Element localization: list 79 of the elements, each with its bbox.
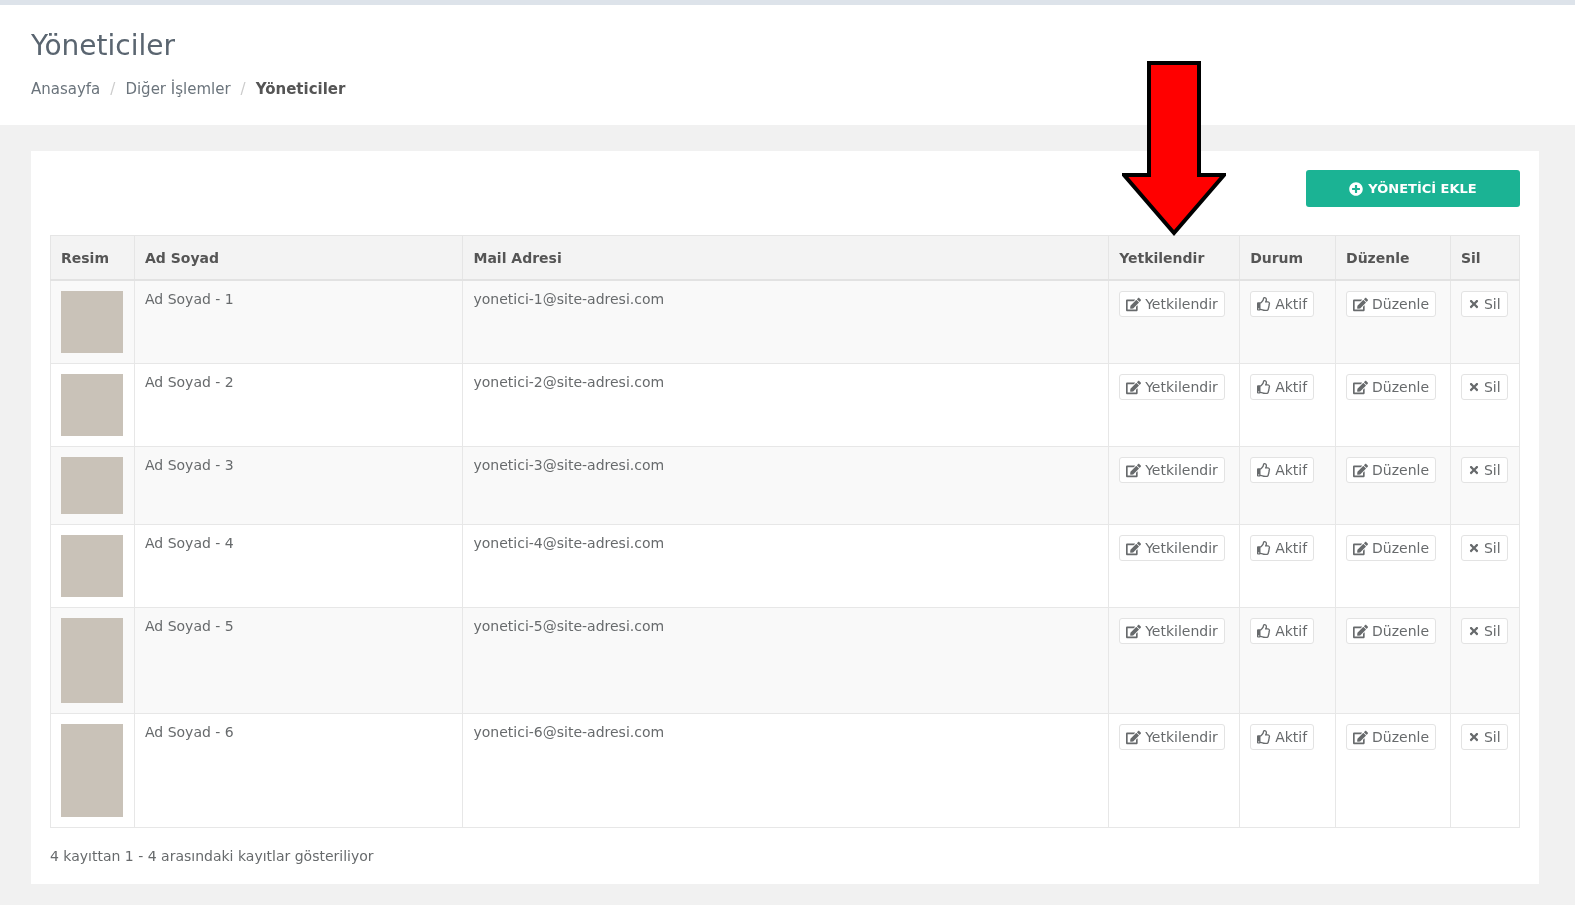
table-cell: Ad Soyad - 6 (134, 713, 463, 828)
column-header: Mail Adresi (462, 235, 1109, 280)
edit-button[interactable]: Düzenle (1346, 535, 1436, 561)
edit-icon (1353, 296, 1368, 312)
edit-icon (1126, 623, 1142, 639)
delete-button[interactable]: Sil (1460, 724, 1508, 750)
close-icon (1467, 625, 1480, 637)
status-button[interactable]: Aktif (1250, 291, 1315, 317)
column-header: Yetkilendir (1108, 235, 1240, 280)
table-cell: Ad Soyad - 3 (134, 446, 463, 525)
column-header: Düzenle (1335, 235, 1451, 280)
delete-button[interactable]: Sil (1460, 535, 1508, 561)
breadcrumb-separator: / (110, 80, 116, 98)
breadcrumb-link[interactable]: Yöneticiler (255, 80, 346, 98)
authorize-button[interactable]: Yetkilendir (1119, 457, 1225, 483)
table-cell: Ad Soyad - 2 (134, 363, 463, 447)
close-icon (1467, 542, 1480, 554)
table-cell: Ad Soyad - 5 (134, 607, 463, 714)
column-header: Durum (1239, 235, 1336, 280)
edit-button[interactable]: Düzenle (1346, 618, 1436, 644)
status-button[interactable]: Aktif (1250, 724, 1315, 750)
edit-icon (1353, 540, 1368, 556)
close-icon (1467, 381, 1480, 393)
close-icon (1467, 298, 1480, 310)
status-button[interactable]: Aktif (1250, 457, 1315, 483)
table-cell: yonetici-5@site-adresi.com (462, 607, 1109, 714)
delete-button[interactable]: Sil (1460, 291, 1508, 317)
edit-icon (1126, 462, 1142, 478)
table-cell: Ad Soyad - 4 (134, 524, 463, 608)
column-header: Ad Soyad (134, 235, 463, 280)
close-icon (1467, 731, 1480, 743)
breadcrumb-link[interactable]: Diğer İşlemler (125, 80, 231, 98)
page-title: Yöneticiler (31, 29, 176, 62)
breadcrumb-link[interactable]: Anasayfa (31, 80, 101, 98)
edit-icon (1126, 379, 1142, 395)
edit-icon (1353, 462, 1368, 478)
thumbs-up-icon (1257, 541, 1272, 555)
status-button[interactable]: Aktif (1250, 535, 1315, 561)
delete-button[interactable]: Sil (1460, 618, 1508, 644)
status-button[interactable]: Aktif (1250, 374, 1315, 400)
edit-icon (1353, 623, 1368, 639)
close-icon (1467, 464, 1480, 476)
delete-button[interactable]: Sil (1460, 457, 1508, 483)
edit-button[interactable]: Düzenle (1346, 374, 1436, 400)
edit-button[interactable]: Düzenle (1346, 457, 1436, 483)
authorize-button[interactable]: Yetkilendir (1119, 291, 1225, 317)
column-header: Resim (50, 235, 135, 280)
breadcrumb-separator: / (240, 80, 246, 98)
table-cell: yonetici-6@site-adresi.com (462, 713, 1109, 828)
table-cell: yonetici-4@site-adresi.com (462, 524, 1109, 608)
thumbs-up-icon (1257, 730, 1272, 744)
table-cell: yonetici-1@site-adresi.com (462, 280, 1109, 364)
table-cell: Ad Soyad - 1 (134, 280, 463, 364)
edit-icon (1126, 296, 1142, 312)
edit-icon (1353, 379, 1368, 395)
delete-button[interactable]: Sil (1460, 374, 1508, 400)
photo-placeholder (61, 291, 123, 353)
photo-placeholder (61, 374, 123, 436)
column-header: Sil (1450, 235, 1520, 280)
thumbs-up-icon (1257, 624, 1272, 638)
records-info: 4 kayıttan 1 - 4 arasındaki kayıtlar gösteriliyor (50, 848, 375, 864)
table-cell: yonetici-3@site-adresi.com (462, 446, 1109, 525)
authorize-button[interactable]: Yetkilendir (1119, 535, 1225, 561)
edit-button[interactable]: Düzenle (1346, 291, 1436, 317)
edit-icon (1126, 540, 1142, 556)
thumbs-up-icon (1257, 380, 1272, 394)
photo-placeholder (61, 457, 123, 514)
status-button[interactable]: Aktif (1250, 618, 1315, 644)
edit-button[interactable]: Düzenle (1346, 724, 1436, 750)
edit-icon (1353, 729, 1368, 745)
thumbs-up-icon (1257, 297, 1272, 311)
table-cell: yonetici-2@site-adresi.com (462, 363, 1109, 447)
edit-icon (1126, 729, 1142, 745)
authorize-button[interactable]: Yetkilendir (1119, 374, 1225, 400)
authorize-button[interactable]: Yetkilendir (1119, 618, 1225, 644)
authorize-button[interactable]: Yetkilendir (1119, 724, 1225, 750)
thumbs-up-icon (1257, 463, 1272, 477)
photo-placeholder (61, 535, 123, 597)
plus-icon (1349, 181, 1364, 196)
